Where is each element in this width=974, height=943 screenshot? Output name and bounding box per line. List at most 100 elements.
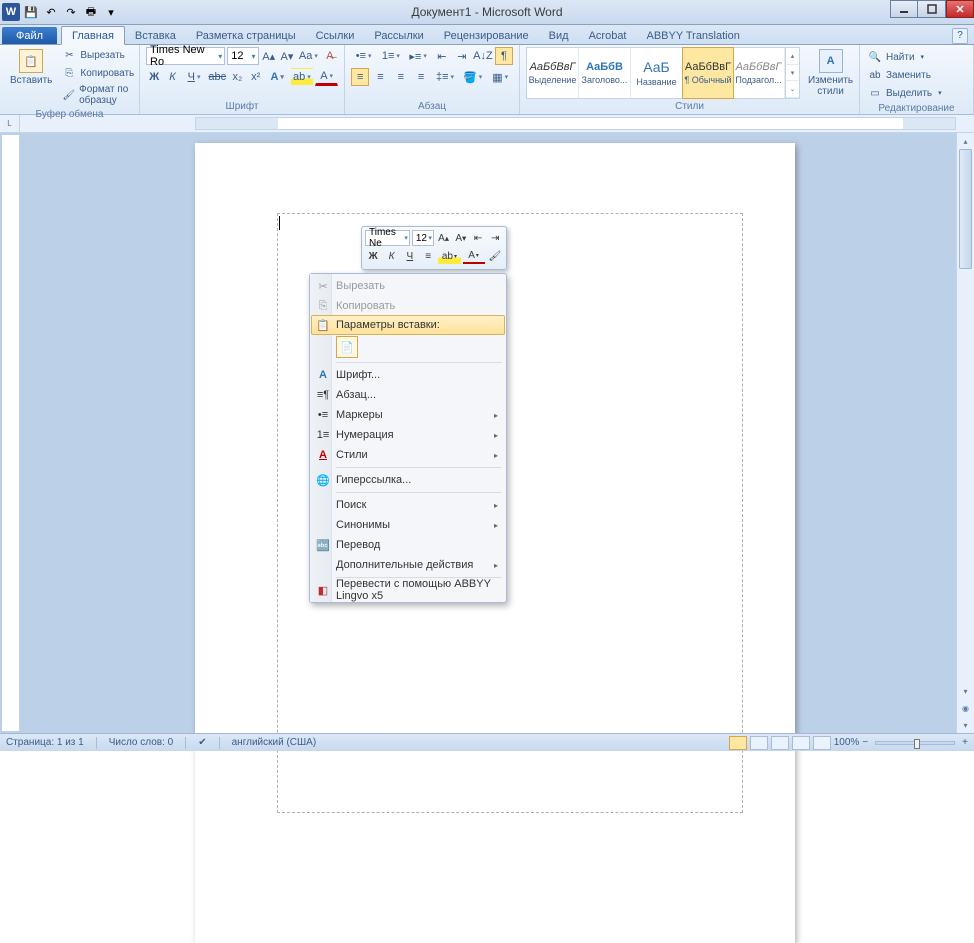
- decrease-indent-icon[interactable]: ⇤: [433, 47, 451, 65]
- grow-font-icon[interactable]: A▴: [261, 47, 277, 65]
- replace-button[interactable]: abЗаменить: [866, 67, 967, 83]
- scroll-down-icon[interactable]: ▾: [957, 683, 974, 699]
- zoom-level[interactable]: 100%: [834, 737, 860, 748]
- line-spacing-icon[interactable]: ‡≡: [432, 68, 458, 86]
- print-icon[interactable]: 🖶: [82, 3, 100, 21]
- align-left-icon[interactable]: ≡: [351, 68, 369, 86]
- prev-page-icon[interactable]: ◉: [957, 700, 974, 716]
- font-name-combo[interactable]: Times New Ro: [146, 47, 225, 65]
- status-words[interactable]: Число слов: 0: [109, 737, 173, 748]
- paste-keep-text-icon[interactable]: 📄: [336, 336, 358, 358]
- strikethrough-icon[interactable]: abc: [207, 68, 227, 86]
- help-icon[interactable]: ?: [952, 28, 968, 44]
- sort-icon[interactable]: A↓Z: [473, 47, 493, 65]
- style-heading[interactable]: АаБбВЗаголово...: [579, 48, 631, 98]
- maximize-button[interactable]: [918, 0, 946, 18]
- mini-decrease-indent-icon[interactable]: ⇤: [470, 230, 485, 246]
- ctx-styles[interactable]: AСтили▸: [312, 445, 504, 465]
- ctx-paste-options[interactable]: 📋Параметры вставки:: [311, 315, 505, 335]
- ctx-abbyy-translate[interactable]: ◧Перевести с помощью ABBYY Lingvo x5: [312, 580, 504, 600]
- zoom-out-icon[interactable]: −: [862, 737, 868, 748]
- vertical-ruler[interactable]: [2, 135, 20, 731]
- ctx-numbering[interactable]: 1≡Нумерация▸: [312, 425, 504, 445]
- superscript-icon[interactable]: x²: [248, 68, 264, 86]
- underline-icon[interactable]: Ч: [183, 68, 206, 86]
- show-marks-icon[interactable]: ¶: [495, 47, 513, 65]
- numbering-icon[interactable]: 1≡: [378, 47, 403, 65]
- format-painter-button[interactable]: 🖌Формат по образцу: [60, 83, 136, 107]
- style-gallery[interactable]: АаБбВвГВыделение АаБбВЗаголово... АаБНаз…: [526, 47, 800, 99]
- view-outline-icon[interactable]: [792, 736, 810, 750]
- font-color-icon[interactable]: A: [315, 68, 338, 86]
- ctx-hyperlink[interactable]: 🌐Гиперссылка...: [312, 470, 504, 490]
- undo-icon[interactable]: ↶: [42, 3, 60, 21]
- tab-abbyy[interactable]: ABBYY Translation: [637, 27, 750, 44]
- tab-mailings[interactable]: Рассылки: [364, 27, 433, 44]
- text-effects-icon[interactable]: A: [266, 68, 289, 86]
- horizontal-ruler[interactable]: [195, 117, 956, 130]
- mini-center-icon[interactable]: ≡: [420, 248, 436, 264]
- mini-font-color-icon[interactable]: A: [463, 248, 485, 264]
- ctx-synonyms[interactable]: Синонимы▸: [312, 515, 504, 535]
- style-normal[interactable]: АаБбВвГ¶ Обычный: [682, 47, 734, 99]
- ctx-bullets[interactable]: •≡Маркеры▸: [312, 405, 504, 425]
- mini-increase-indent-icon[interactable]: ⇥: [488, 230, 503, 246]
- next-page-icon[interactable]: ▾: [957, 717, 974, 733]
- scroll-up-icon[interactable]: ▴: [957, 133, 974, 149]
- select-button[interactable]: ▭Выделить▾: [866, 85, 967, 101]
- ctx-search[interactable]: Поиск▸: [312, 495, 504, 515]
- mini-grow-font-icon[interactable]: A▴: [436, 230, 451, 246]
- mini-underline-icon[interactable]: Ч: [402, 248, 418, 264]
- align-center-icon[interactable]: ≡: [371, 68, 389, 86]
- clear-format-icon[interactable]: A̶: [322, 47, 338, 65]
- font-size-combo[interactable]: 12: [227, 47, 258, 65]
- status-proofing-icon[interactable]: ✔: [198, 737, 206, 748]
- shrink-font-icon[interactable]: A▾: [279, 47, 295, 65]
- mini-bold-icon[interactable]: Ж: [365, 248, 381, 264]
- find-button[interactable]: 🔍Найти▾: [866, 49, 967, 65]
- tab-pagelayout[interactable]: Разметка страницы: [186, 27, 306, 44]
- ctx-additional[interactable]: Дополнительные действия▸: [312, 555, 504, 575]
- tab-review[interactable]: Рецензирование: [434, 27, 539, 44]
- change-styles-button[interactable]: A Изменить стили: [804, 47, 857, 99]
- qat-custom-icon[interactable]: ▾: [102, 3, 120, 21]
- highlight-icon[interactable]: ab: [291, 68, 314, 86]
- ctx-paragraph[interactable]: ≡¶Абзац...: [312, 385, 504, 405]
- mini-highlight-icon[interactable]: ab: [438, 248, 460, 264]
- view-web-icon[interactable]: [771, 736, 789, 750]
- multilevel-icon[interactable]: ▸≡: [406, 47, 431, 65]
- bullets-icon[interactable]: •≡: [351, 47, 376, 65]
- zoom-slider[interactable]: [875, 741, 955, 745]
- style-subtitle[interactable]: АаБбВвГПодзагол...: [733, 48, 785, 98]
- paste-button[interactable]: 📋 Вставить: [6, 47, 56, 88]
- zoom-in-icon[interactable]: +: [962, 737, 968, 748]
- subscript-icon[interactable]: x₂: [229, 68, 245, 86]
- style-gallery-scroll[interactable]: ▴▾⌄: [785, 48, 799, 98]
- tab-acrobat[interactable]: Acrobat: [579, 27, 637, 44]
- tab-file[interactable]: Файл: [2, 27, 57, 44]
- borders-icon[interactable]: ▦: [487, 68, 513, 86]
- view-draft-icon[interactable]: [813, 736, 831, 750]
- ctx-font[interactable]: AШрифт...: [312, 365, 504, 385]
- italic-icon[interactable]: К: [164, 68, 180, 86]
- style-emphasis[interactable]: АаБбВвГВыделение: [527, 48, 579, 98]
- bold-icon[interactable]: Ж: [146, 68, 162, 86]
- scroll-thumb[interactable]: [959, 149, 972, 269]
- tab-home[interactable]: Главная: [61, 26, 125, 45]
- tab-view[interactable]: Вид: [539, 27, 579, 44]
- status-page[interactable]: Страница: 1 из 1: [6, 737, 84, 748]
- mini-font-combo[interactable]: Times Ne: [365, 230, 410, 246]
- vertical-scrollbar[interactable]: ▴ ▾ ◉ ▾: [956, 133, 974, 733]
- cut-button[interactable]: ✂Вырезать: [60, 47, 136, 63]
- view-fullscreen-icon[interactable]: [750, 736, 768, 750]
- change-case-icon[interactable]: Aa: [297, 47, 320, 65]
- ctx-translate[interactable]: 🔤Перевод: [312, 535, 504, 555]
- zoom-thumb[interactable]: [914, 739, 920, 749]
- copy-button[interactable]: ⎘Копировать: [60, 65, 136, 81]
- tab-references[interactable]: Ссылки: [306, 27, 365, 44]
- mini-format-painter-icon[interactable]: 🖌: [487, 248, 503, 264]
- style-title[interactable]: АаБНазвание: [631, 48, 683, 98]
- tab-insert[interactable]: Вставка: [125, 27, 186, 44]
- shading-icon[interactable]: 🪣: [460, 68, 486, 86]
- redo-icon[interactable]: ↷: [62, 3, 80, 21]
